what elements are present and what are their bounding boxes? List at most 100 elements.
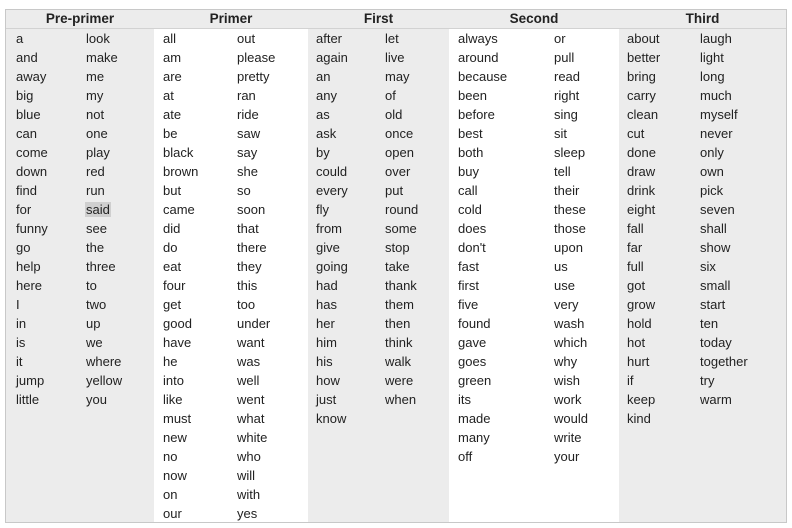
sight-word: went: [237, 392, 265, 407]
sight-word: over: [385, 164, 411, 179]
sight-word: run: [86, 183, 105, 198]
sight-word: that: [237, 221, 259, 236]
sight-word: best: [458, 126, 483, 141]
sight-word: want: [237, 335, 265, 350]
sight-word: come: [16, 145, 48, 160]
sight-word: these: [554, 202, 586, 217]
sight-word: cold: [458, 202, 482, 217]
sight-word: work: [554, 392, 582, 407]
sight-word: on: [163, 487, 178, 502]
sight-word: kind: [627, 411, 651, 426]
sight-word: write: [554, 430, 582, 445]
sight-word: has: [316, 297, 337, 312]
sight-word: was: [237, 354, 261, 369]
sight-word: sing: [554, 107, 578, 122]
word-group-third: about better bring carry clean cut done draw dri…: [619, 29, 786, 522]
sight-word: us: [554, 259, 568, 274]
sight-word: hot: [627, 335, 646, 350]
sight-word: hurt: [627, 354, 650, 369]
column-header-primer: Primer: [154, 10, 308, 29]
sight-word: our: [163, 506, 182, 521]
sight-word: try: [700, 373, 715, 388]
sight-word: some: [385, 221, 417, 236]
sight-word: three: [86, 259, 116, 274]
sight-word: out: [237, 31, 256, 46]
sight-word: his: [316, 354, 333, 369]
sight-word-selected: said: [85, 202, 111, 217]
sight-word: then: [385, 316, 411, 331]
sight-word: at: [163, 88, 174, 103]
sight-word: play: [86, 145, 110, 160]
sight-word: too: [237, 297, 256, 312]
sight-word: am: [163, 50, 182, 65]
sight-word: old: [385, 107, 403, 122]
sight-word: they: [237, 259, 262, 274]
sight-word: give: [316, 240, 340, 255]
sight-word: to: [86, 278, 97, 293]
sight-word: up: [86, 316, 101, 331]
sight-word: both: [458, 145, 484, 160]
sight-word: live: [385, 50, 405, 65]
sight-word: brown: [163, 164, 199, 179]
sight-word: big: [16, 88, 34, 103]
sight-word: well: [237, 373, 260, 388]
sight-word: look: [86, 31, 110, 46]
sight-word: when: [385, 392, 417, 407]
sight-word: right: [554, 88, 580, 103]
sight-word: every: [316, 183, 348, 198]
sight-word: buy: [458, 164, 479, 179]
word-column: out please pretty ran ride saw say she so soon tha…: [237, 29, 275, 523]
sight-word: from: [316, 221, 342, 236]
sight-word: we: [86, 335, 103, 350]
sight-word: cut: [627, 126, 645, 141]
sight-word: tell: [554, 164, 571, 179]
sight-word: as: [316, 107, 330, 122]
sight-word: new: [163, 430, 187, 445]
sight-word: use: [554, 278, 575, 293]
sight-word: shall: [700, 221, 727, 236]
sight-word: your: [554, 449, 580, 464]
sight-word: are: [163, 69, 182, 84]
sight-word: this: [237, 278, 258, 293]
sight-word: in: [16, 316, 27, 331]
sight-word: who: [237, 449, 261, 464]
sight-word: about: [627, 31, 660, 46]
sight-word: make: [86, 50, 118, 65]
sight-word: two: [86, 297, 107, 312]
sight-word: sleep: [554, 145, 586, 160]
sight-word: by: [316, 145, 330, 160]
sight-word: round: [385, 202, 419, 217]
sight-word: bring: [627, 69, 656, 84]
sight-word: you: [86, 392, 107, 407]
sight-word: upon: [554, 240, 583, 255]
sight-word: keep: [627, 392, 656, 407]
sight-word: she: [237, 164, 258, 179]
word-column: all am are at ate be black brown but came did do eat…: [163, 29, 198, 523]
sight-word: I: [16, 297, 20, 312]
sight-word: blue: [16, 107, 41, 122]
sight-word: many: [458, 430, 490, 445]
sight-word: black: [163, 145, 194, 160]
sight-word: seven: [700, 202, 735, 217]
sight-word: own: [700, 164, 724, 179]
sight-word: hold: [627, 316, 652, 331]
sight-word: open: [385, 145, 414, 160]
sight-word: think: [385, 335, 413, 350]
sight-word: jump: [16, 373, 45, 388]
sight-word: off: [458, 449, 473, 464]
sight-word: fly: [316, 202, 329, 217]
sight-word: here: [16, 278, 43, 293]
sight-word: pick: [700, 183, 724, 198]
sight-word: around: [458, 50, 499, 65]
sight-word: eat: [163, 259, 182, 274]
sight-word: warm: [700, 392, 732, 407]
sight-word: show: [700, 240, 731, 255]
sight-word: long: [700, 69, 725, 84]
sight-word: put: [385, 183, 404, 198]
sight-word: be: [163, 126, 178, 141]
sight-word: white: [237, 430, 268, 445]
column-header-third: Third: [619, 10, 786, 29]
sight-word: away: [16, 69, 47, 84]
sight-word: have: [163, 335, 192, 350]
sight-word: must: [163, 411, 192, 426]
